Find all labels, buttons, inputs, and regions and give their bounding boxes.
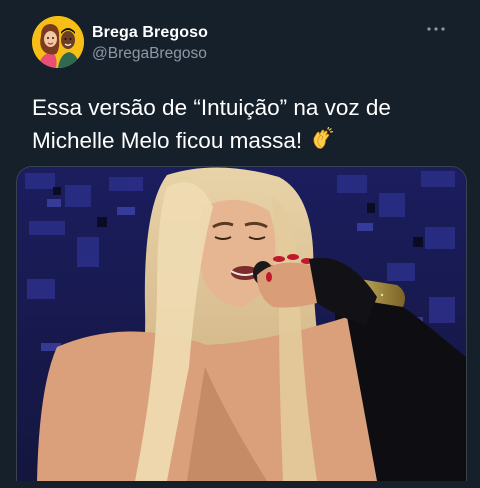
tweet-header: Brega Bregoso @BregaBregoso (32, 16, 456, 70)
clapping-hands-emoji-icon (310, 126, 334, 151)
avatar[interactable] (32, 16, 84, 68)
more-options-icon[interactable] (424, 22, 448, 34)
author-names: Brega Bregoso @BregaBregoso (92, 23, 208, 64)
user-handle[interactable]: @BregaBregoso (92, 44, 208, 64)
display-name[interactable]: Brega Bregoso (92, 23, 208, 43)
tweet-media-image[interactable] (16, 166, 467, 481)
avatar-illustration-icon (32, 16, 84, 68)
tweet-text: Essa versão de “Intuição” na voz de Mich… (32, 91, 452, 157)
tweet-card: Brega Bregoso @BregaBregoso Essa versão … (0, 0, 480, 488)
performance-photo (17, 167, 466, 481)
tweet-body: Essa versão de “Intuição” na voz de Mich… (32, 95, 391, 153)
